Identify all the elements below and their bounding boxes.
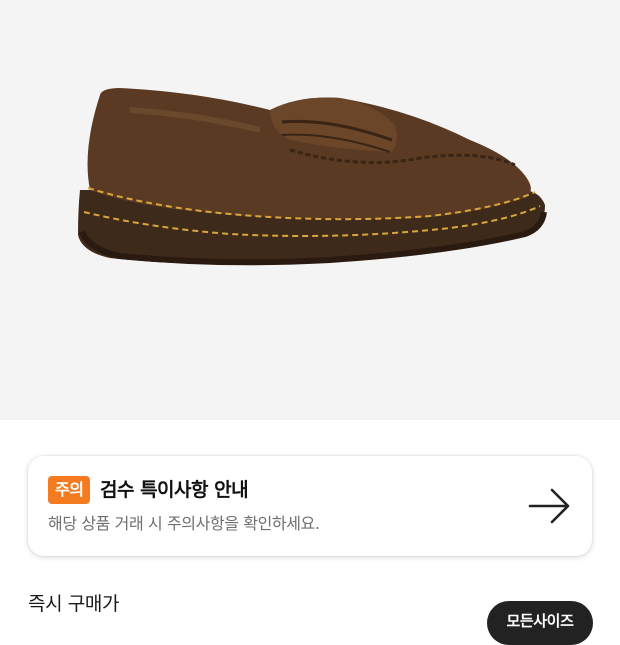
inspection-notice-card[interactable]: 주의 검수 특이사항 안내 해당 상품 거래 시 주의사항을 확인하세요. [28, 456, 592, 556]
instant-buy-price-label: 즉시 구매가 [28, 593, 120, 615]
caution-badge: 주의 [48, 476, 91, 504]
all-sizes-button[interactable]: 모든사이즈 [487, 601, 593, 645]
product-image [78, 88, 547, 266]
notice-title: 검수 특이사항 안내 [100, 479, 249, 501]
notice-description: 해당 상품 거래 시 주의사항을 확인하세요. [48, 514, 320, 533]
product-image-area[interactable] [0, 0, 620, 420]
arrow-right-icon[interactable] [528, 486, 572, 526]
